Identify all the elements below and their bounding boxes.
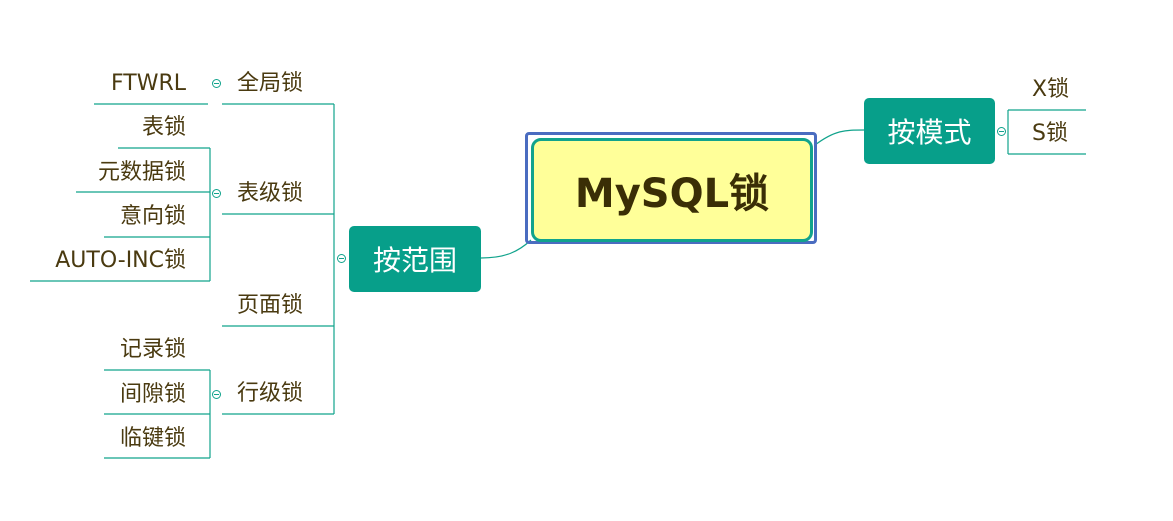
connector-root-by-mode xyxy=(814,129,865,146)
branch-by-scope[interactable]: 按范围 xyxy=(349,226,481,292)
mode-item-x[interactable]: X锁 xyxy=(1032,76,1069,104)
row-child-next-key-lock[interactable]: 临键锁 xyxy=(30,425,186,453)
scope-page-lock[interactable]: 页面锁 xyxy=(237,292,303,320)
scope-global-lock[interactable]: 全局锁 xyxy=(237,70,303,98)
collapse-toggle-icon[interactable] xyxy=(212,390,221,399)
scope-row-lock[interactable]: 行级锁 xyxy=(237,380,303,408)
branch-by-mode[interactable]: 按模式 xyxy=(864,98,995,164)
row-child-record-lock[interactable]: 记录锁 xyxy=(30,336,186,364)
collapse-toggle-icon[interactable] xyxy=(997,127,1006,136)
collapse-toggle-icon[interactable] xyxy=(212,189,221,198)
connector-root-by-scope xyxy=(480,239,532,259)
collapse-toggle-icon[interactable] xyxy=(212,79,221,88)
root-node[interactable]: MySQL锁 xyxy=(531,138,813,242)
table-child-intention-lock[interactable]: 意向锁 xyxy=(30,203,186,231)
table-child-table-lock[interactable]: 表锁 xyxy=(30,114,186,142)
collapse-toggle-icon[interactable] xyxy=(337,254,346,263)
table-child-auto-inc-lock[interactable]: AUTO-INC锁 xyxy=(30,247,186,275)
scope-table-lock[interactable]: 表级锁 xyxy=(237,180,303,208)
table-child-metadata-lock[interactable]: 元数据锁 xyxy=(30,159,186,187)
row-child-gap-lock[interactable]: 间隙锁 xyxy=(30,381,186,409)
global-child-ftwrl[interactable]: FTWRL xyxy=(94,70,186,98)
mode-item-s[interactable]: S锁 xyxy=(1032,120,1068,148)
